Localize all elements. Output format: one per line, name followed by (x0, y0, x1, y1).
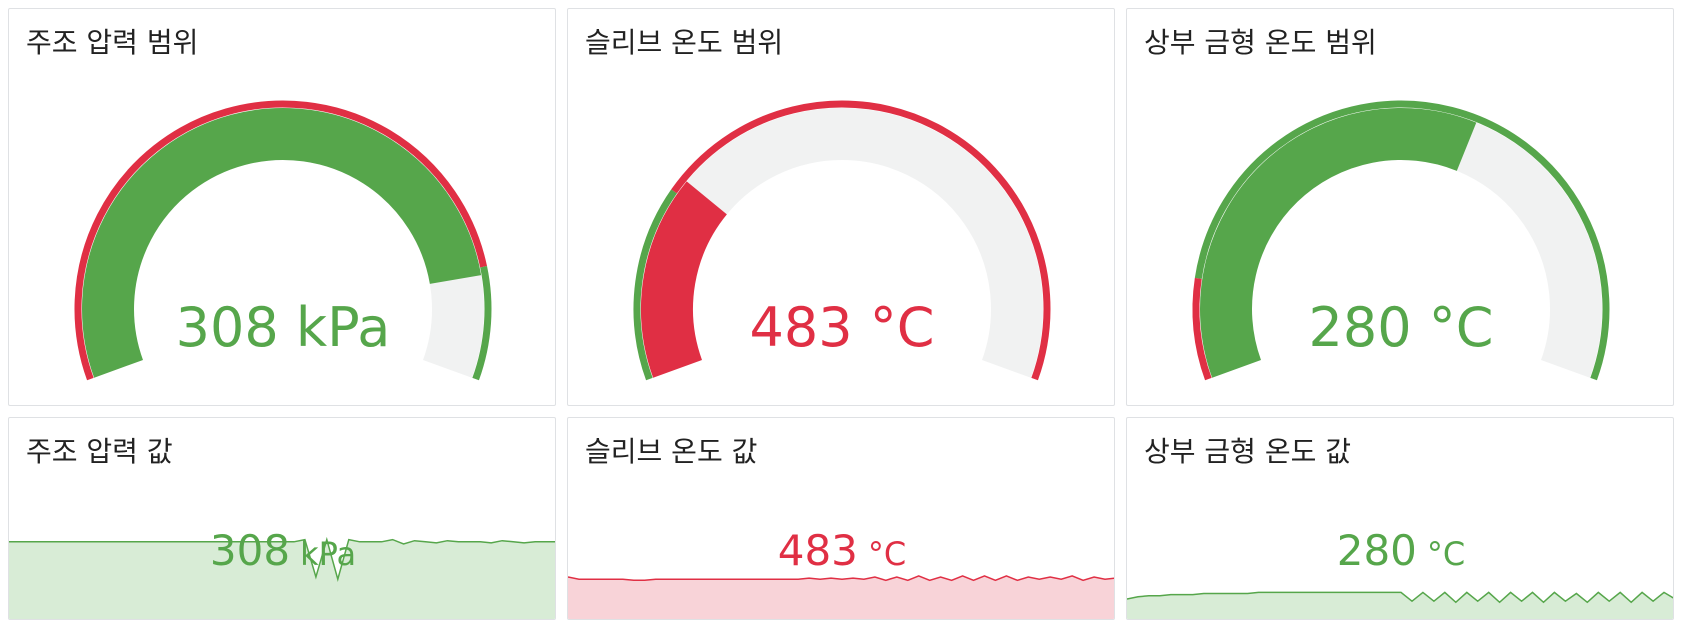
sparkline-area (568, 575, 1114, 619)
stat-panel-casting-pressure[interactable]: 주조 압력 값 308 kPa (8, 417, 556, 620)
gauge-value: 308 kPa (175, 296, 391, 359)
stat-panel-sleeve-temperature[interactable]: 슬리브 온도 값 483 °C (567, 417, 1115, 620)
sparkline-area (1127, 592, 1673, 619)
stat-number: 308 (209, 526, 291, 575)
stat-value: 483 °C (568, 526, 1114, 575)
stat-panel-upper-mold-temperature[interactable]: 상부 금형 온도 값 280 °C (1126, 417, 1674, 620)
stat-unit: °C (1426, 535, 1466, 573)
sparkline (568, 575, 1114, 619)
stat-unit: °C (867, 535, 907, 573)
stat-number: 483 (777, 526, 858, 575)
stat-unit: kPa (300, 535, 357, 573)
stat-number: 280 (1336, 526, 1417, 575)
gauge-value: 280 °C (1308, 296, 1494, 359)
sparkline (9, 536, 555, 619)
stat-value: 280 °C (1127, 526, 1673, 575)
gauge-value: 483 °C (749, 296, 935, 359)
sparkline (1127, 591, 1673, 619)
stat-value: 308 kPa (9, 526, 555, 575)
gauge-panel-sleeve-temperature[interactable]: 슬리브 온도 범위 483 °C (567, 8, 1115, 406)
gauge-panel-casting-pressure[interactable]: 주조 압력 범위 308 kPa (8, 8, 556, 406)
gauge-panel-upper-mold-temperature[interactable]: 상부 금형 온도 범위 280 °C (1126, 8, 1674, 406)
